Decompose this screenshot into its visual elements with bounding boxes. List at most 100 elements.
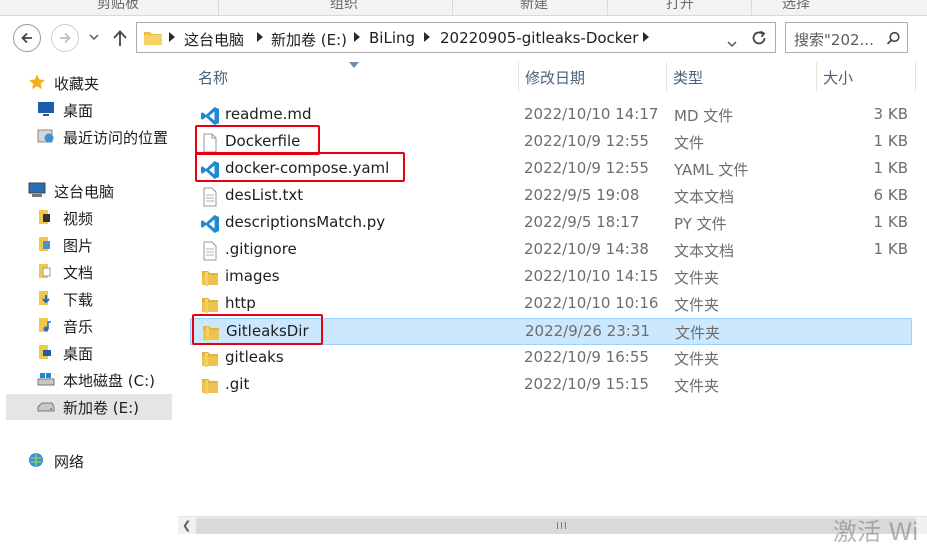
up-arrow-icon	[113, 30, 127, 46]
file-modified-date: 2022/10/9 14:38	[524, 240, 649, 258]
sidebar-item-label: 网络	[54, 453, 85, 471]
sidebar-item-desktop[interactable]: 桌面	[0, 97, 174, 123]
file-type: 文件夹	[674, 350, 720, 368]
breadcrumb-this-pc[interactable]: 这台电脑	[184, 29, 244, 50]
scroll-left-button[interactable]: ❮	[182, 519, 191, 532]
desktop-folder-icon	[39, 345, 51, 359]
star-icon	[29, 74, 45, 90]
text-file-icon	[200, 187, 220, 207]
breadcrumb-biling[interactable]: BiLing	[369, 29, 415, 47]
file-modified-date: 2022/10/10 14:15	[524, 267, 659, 285]
breadcrumb-separator[interactable]	[257, 32, 263, 42]
folder-icon	[144, 32, 162, 45]
annotation-box-docker-compose	[195, 152, 405, 182]
file-size: 6 KB	[873, 186, 908, 204]
file-row[interactable]: desList.txt 2022/9/5 19:08 文本文档 6 KB	[190, 183, 912, 210]
sidebar-item-recent-places[interactable]: 最近访问的位置	[0, 124, 174, 150]
navigation-pane: 收藏夹 桌面 最近访问的位置 这台电脑 视频 图片 文档 下载 音乐 桌面 本地…	[0, 62, 176, 544]
search-input[interactable]: 搜索"202...	[794, 29, 874, 50]
file-type: 文本文档	[674, 188, 735, 206]
column-header-name[interactable]: 名称	[192, 62, 519, 92]
file-type: MD 文件	[674, 107, 734, 125]
file-size: 1 KB	[873, 159, 908, 177]
file-type: 文件	[674, 134, 705, 152]
horizontal-scrollbar[interactable]: ❮ III	[178, 516, 927, 534]
annotation-box-dockerfile	[195, 125, 320, 155]
sidebar-item-network[interactable]: 网络	[0, 448, 174, 474]
file-size: 1 KB	[873, 240, 908, 258]
system-drive-icon	[37, 373, 55, 386]
sidebar-item-pictures[interactable]: 图片	[0, 232, 174, 258]
forward-button[interactable]	[51, 24, 79, 52]
sidebar-item-label: 新加卷 (E:)	[63, 399, 140, 417]
ribbon-group-organize: 组织	[330, 0, 358, 12]
refresh-button[interactable]	[750, 29, 768, 51]
sidebar-item-label: 桌面	[63, 102, 94, 120]
breadcrumb-drive-e[interactable]: 新加卷 (E:)	[271, 29, 347, 50]
file-type: 文件夹	[674, 296, 720, 314]
sidebar-item-documents[interactable]: 文档	[0, 259, 174, 285]
sidebar-item-drive-e[interactable]: 新加卷 (E:)	[6, 394, 172, 420]
search-box[interactable]: 搜索"202...	[785, 22, 908, 53]
breadcrumb-current-folder[interactable]: 20220905-gitleaks-Docker	[440, 29, 638, 47]
drive-icon	[37, 402, 55, 412]
sidebar-item-label: 收藏夹	[54, 75, 100, 93]
folder-icon	[200, 376, 220, 396]
sidebar-item-local-disk-c[interactable]: 本地磁盘 (C:)	[0, 367, 174, 393]
recent-locations-dropdown[interactable]	[89, 30, 99, 44]
file-type: YAML 文件	[674, 161, 749, 179]
sidebar-item-label: 音乐	[63, 318, 94, 336]
desktop-icon	[38, 102, 54, 116]
file-type: PY 文件	[674, 215, 727, 233]
address-bar[interactable]: 这台电脑 新加卷 (E:) BiLing 20220905-gitleaks-D…	[136, 22, 776, 53]
file-modified-date: 2022/10/10 14:17	[524, 105, 659, 123]
column-header-size[interactable]: 大小	[817, 62, 916, 92]
file-type: 文件夹	[674, 269, 720, 287]
ribbon-group-open: 打开	[666, 0, 694, 12]
sidebar-item-label: 最近访问的位置	[63, 129, 169, 147]
sidebar-item-videos[interactable]: 视频	[0, 205, 174, 231]
file-name: .git	[225, 375, 250, 393]
music-folder-icon	[39, 318, 51, 332]
file-name: gitleaks	[225, 348, 284, 366]
scrollbar-thumb[interactable]: III	[196, 518, 916, 534]
file-modified-date: 2022/10/9 12:55	[524, 132, 649, 150]
up-button[interactable]	[111, 28, 129, 52]
breadcrumb-separator[interactable]	[169, 32, 175, 42]
scrollbar-grip: III	[556, 521, 568, 532]
file-size: 1 KB	[873, 132, 908, 150]
sidebar-item-desktop-folder[interactable]: 桌面	[0, 340, 174, 366]
breadcrumb-separator[interactable]	[354, 32, 360, 42]
sidebar-item-favorites[interactable]: 收藏夹	[0, 70, 174, 96]
back-button[interactable]	[13, 24, 41, 52]
documents-folder-icon	[39, 264, 51, 278]
file-name: images	[225, 267, 280, 285]
column-header-type[interactable]: 类型	[667, 62, 817, 92]
sidebar-item-this-pc[interactable]: 这台电脑	[0, 178, 174, 204]
file-row[interactable]: .git 2022/10/9 15:15 文件夹	[190, 372, 912, 399]
folder-icon	[200, 268, 220, 288]
folder-icon	[200, 349, 220, 369]
breadcrumb-separator[interactable]	[643, 32, 649, 42]
file-row[interactable]: .gitignore 2022/10/9 14:38 文本文档 1 KB	[190, 237, 912, 264]
file-modified-date: 2022/10/10 10:16	[524, 294, 659, 312]
file-modified-date: 2022/9/26 23:31	[525, 322, 650, 340]
sidebar-item-label: 本地磁盘 (C:)	[63, 372, 155, 390]
file-row[interactable]: descriptionsMatch.py 2022/9/5 18:17 PY 文件 1…	[190, 210, 912, 237]
sidebar-item-downloads[interactable]: 下载	[0, 286, 174, 312]
pictures-folder-icon	[39, 237, 50, 251]
sidebar-item-label: 视频	[63, 210, 94, 228]
file-row[interactable]: images 2022/10/10 14:15 文件夹	[190, 264, 912, 291]
file-row[interactable]: gitleaks 2022/10/9 16:55 文件夹	[190, 345, 912, 372]
search-icon	[886, 31, 900, 45]
breadcrumb-separator[interactable]	[424, 32, 430, 42]
file-modified-date: 2022/9/5 18:17	[524, 213, 640, 231]
annotation-box-gitleaksdir	[192, 314, 323, 345]
address-history-dropdown[interactable]	[727, 34, 737, 52]
file-type: 文本文档	[674, 242, 735, 260]
column-header-date[interactable]: 修改日期	[519, 62, 667, 92]
sidebar-item-music[interactable]: 音乐	[0, 313, 174, 339]
folder-icon	[200, 295, 220, 315]
recent-places-icon	[37, 129, 54, 143]
forward-arrow-icon	[60, 32, 71, 44]
